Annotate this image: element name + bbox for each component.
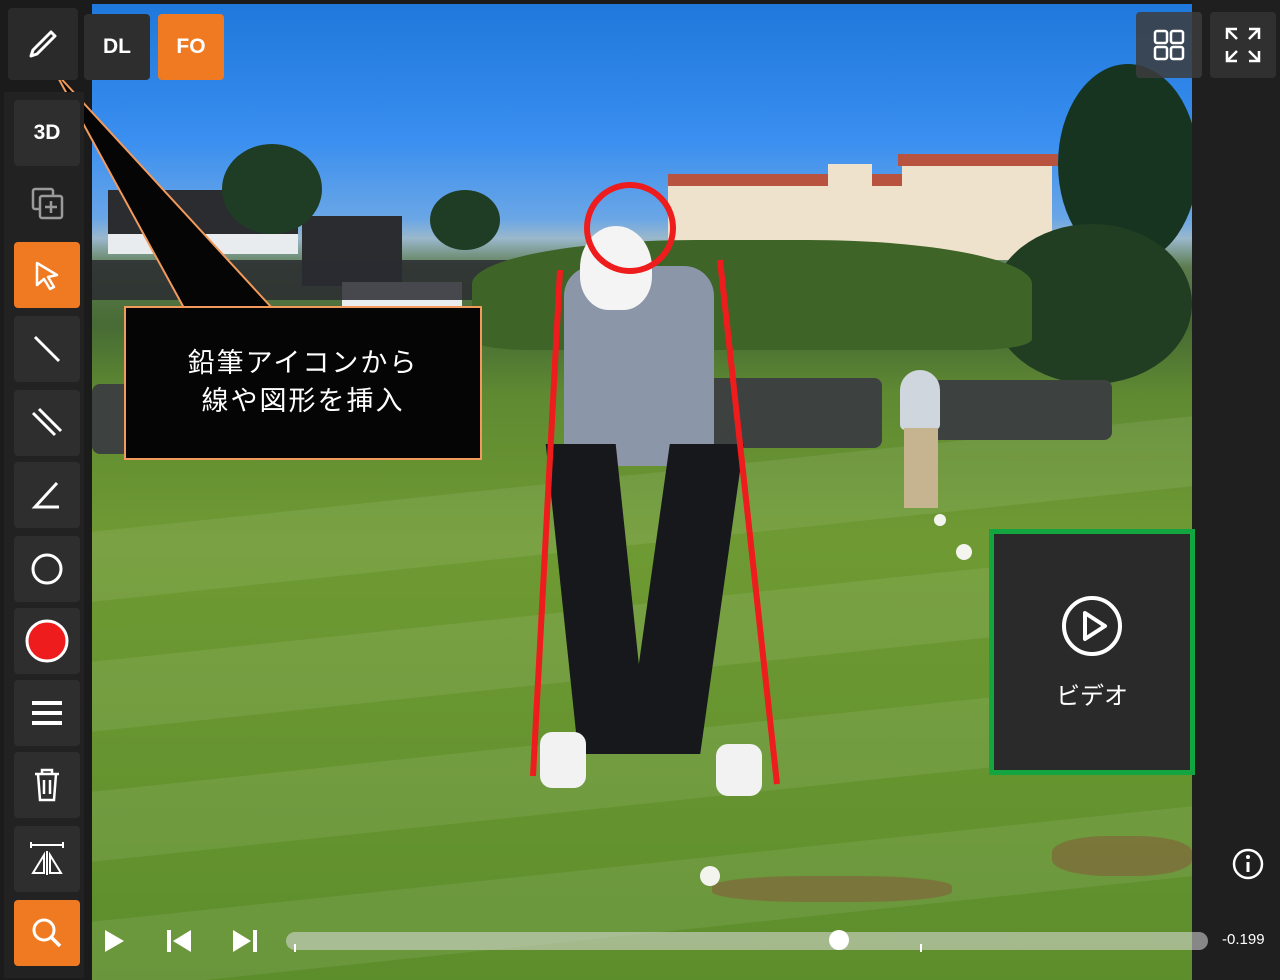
golfer-shoe — [540, 732, 586, 788]
tree — [222, 144, 322, 234]
golfer-cap — [580, 226, 652, 310]
info-icon — [1232, 848, 1264, 880]
mirror-icon — [30, 842, 64, 875]
color-swatch-icon — [25, 619, 69, 663]
fullscreen-button[interactable] — [1210, 12, 1276, 78]
golf-ball — [700, 866, 720, 886]
add-layer-icon — [31, 187, 64, 220]
grandstand-3 — [92, 260, 512, 300]
golf-ball — [934, 514, 946, 526]
spectators — [932, 380, 1112, 440]
circle-icon — [31, 553, 63, 585]
menu-lines-icon — [32, 701, 62, 725]
golfer-shoe — [716, 744, 762, 796]
play-circle-icon — [1062, 595, 1122, 656]
timeline-scrubber[interactable] — [286, 930, 1208, 950]
cursor-icon — [35, 261, 59, 291]
color-picker-button[interactable] — [14, 608, 80, 674]
play-button[interactable] — [96, 924, 130, 958]
swing-analysis-app: DL FO 3D 鉛筆アイコンから 線や図形を挿入 ビデオ -0.199 — [0, 0, 1280, 980]
delete-button[interactable] — [14, 752, 80, 818]
pencil-icon — [29, 30, 57, 58]
fo-button[interactable]: FO — [158, 14, 224, 80]
line-tool-button[interactable] — [14, 316, 80, 382]
time-readout: -0.199 — [1222, 931, 1265, 948]
hillside-shrubs — [472, 240, 1032, 350]
background-golfer — [900, 370, 940, 430]
dl-label: DL — [103, 35, 131, 58]
expand-icon — [1225, 27, 1261, 63]
right-sidebar — [1192, 0, 1280, 980]
timeline-tick — [294, 944, 296, 952]
previous-frame-button[interactable] — [162, 924, 196, 958]
add-layer-button[interactable] — [14, 170, 80, 236]
trash-icon — [35, 768, 59, 802]
pencil-button[interactable] — [8, 8, 78, 80]
line-width-button[interactable] — [14, 680, 80, 746]
instruction-callout: 鉛筆アイコンから 線や図形を挿入 — [124, 306, 482, 460]
clubhouse-wing-roof — [898, 154, 1058, 166]
angle-icon — [31, 481, 59, 509]
grandstand-rail — [108, 234, 298, 254]
mirror-button[interactable] — [14, 826, 80, 892]
search-icon — [32, 918, 62, 948]
info-button[interactable] — [1228, 844, 1268, 884]
3d-label: 3D — [33, 121, 61, 144]
tree — [430, 190, 500, 250]
double-line-icon — [31, 407, 63, 437]
scrubber-thumb[interactable] — [829, 930, 850, 950]
drawing-toolbar: 3D — [4, 92, 84, 978]
video-mode-panel[interactable]: ビデオ — [989, 529, 1195, 775]
background-golfer-legs — [904, 428, 938, 508]
callout-line-1: 鉛筆アイコンから — [187, 348, 419, 379]
3d-button[interactable]: 3D — [14, 100, 80, 166]
golf-ball — [956, 544, 972, 560]
clubhouse-tower — [828, 164, 872, 194]
timeline-tick — [920, 944, 922, 952]
parallel-lines-tool-button[interactable] — [14, 390, 80, 456]
video-frame[interactable] — [92, 4, 1192, 980]
divot-patch — [1052, 836, 1192, 876]
video-panel-label: ビデオ — [1056, 681, 1128, 710]
angle-tool-button[interactable] — [14, 462, 80, 528]
zoom-button[interactable] — [14, 900, 80, 966]
skip-forward-icon — [233, 930, 257, 952]
skip-back-icon — [167, 930, 191, 952]
next-frame-button[interactable] — [228, 924, 262, 958]
play-icon — [105, 930, 124, 952]
fo-label: FO — [176, 35, 206, 58]
line-icon — [33, 335, 61, 363]
grid-icon — [1153, 29, 1185, 61]
divot-patch — [712, 876, 952, 902]
callout-line-2: 線や図形を挿入 — [201, 386, 405, 417]
circle-tool-button[interactable] — [14, 536, 80, 602]
select-tool-button[interactable] — [14, 242, 80, 308]
dl-button[interactable]: DL — [84, 14, 150, 80]
layout-grid-button[interactable] — [1136, 12, 1202, 78]
